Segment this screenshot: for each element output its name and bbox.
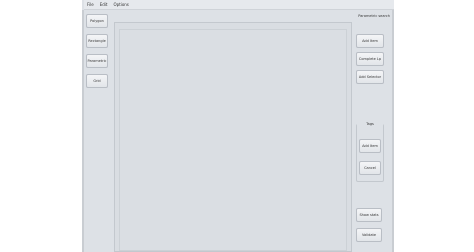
menubar: File Edit Options — [84, 0, 394, 10]
canvas-inner-area[interactable] — [119, 29, 347, 251]
left-tool-panel: Polygon Rectangle Parametric Grid — [84, 14, 110, 88]
group-cancel-button[interactable]: Cancel — [359, 161, 381, 175]
menu-item-options[interactable]: Options — [113, 2, 128, 7]
add-selector-button[interactable]: Add Selector — [356, 70, 384, 84]
right-tool-panel: Add Item Complete Lp Add Selector — [356, 34, 386, 88]
grid-button[interactable]: Grid — [86, 74, 108, 88]
right-frame-border — [392, 10, 394, 252]
tags-group-title: Tags — [357, 122, 383, 126]
show-stats-button[interactable]: Show stats — [356, 208, 382, 222]
outer-right-background — [394, 0, 474, 252]
rectangle-button[interactable]: Rectangle — [86, 34, 108, 48]
outer-left-background — [0, 0, 82, 252]
validate-button[interactable]: Validate — [356, 228, 382, 242]
add-item-button[interactable]: Add Item — [356, 34, 384, 48]
polygon-button[interactable]: Polygon — [86, 14, 108, 28]
parametric-button[interactable]: Parametric — [86, 54, 108, 68]
bottom-action-panel: Show stats Validate — [356, 208, 384, 248]
tags-group: Tags Add Item Cancel — [356, 122, 384, 182]
drawing-canvas[interactable] — [114, 22, 352, 252]
menu-item-file[interactable]: File — [87, 2, 94, 7]
menu-item-edit[interactable]: Edit — [100, 2, 108, 7]
app-window: File Edit Options Polygon Rectangle Para… — [0, 0, 474, 252]
complete-lp-button[interactable]: Complete Lp — [356, 52, 384, 66]
right-panel-header: Parametric search — [358, 14, 390, 18]
group-add-item-button[interactable]: Add Item — [359, 139, 381, 153]
